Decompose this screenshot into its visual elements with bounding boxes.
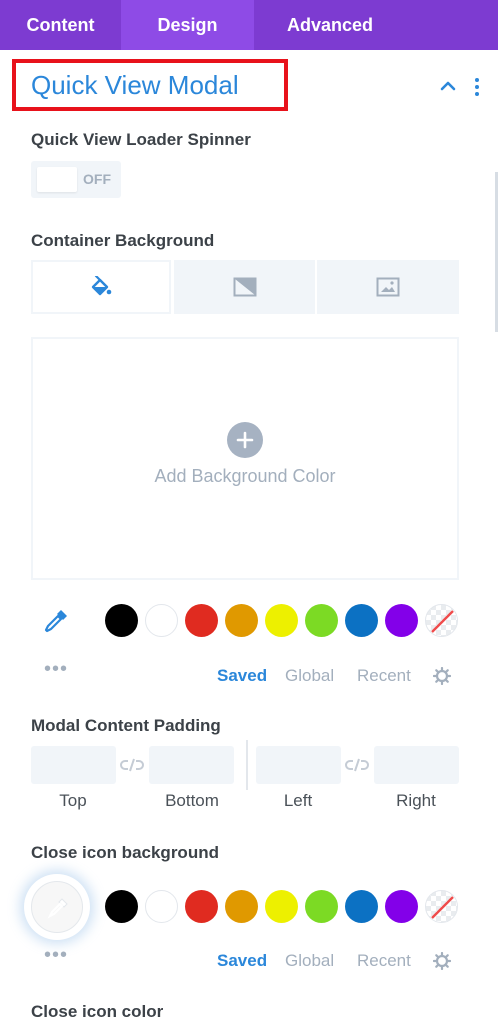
gradient-icon [233,277,256,297]
container-bg-label: Container Background [31,231,215,250]
padding-right-input[interactable] [374,746,459,784]
palette-tab-global[interactable]: Global [285,666,334,686]
spinner-label: Quick View Loader Spinner [31,130,251,149]
divider [246,740,248,790]
color-swatch[interactable] [385,890,418,923]
color-swatch[interactable] [145,890,178,923]
spinner-toggle[interactable]: OFF [31,161,121,198]
color-swatch[interactable] [185,604,218,637]
section-title[interactable]: Quick View Modal [31,70,239,101]
tab-content[interactable]: Content [0,0,121,50]
padding-bottom-input[interactable] [149,746,234,784]
palette-tab-saved[interactable]: Saved [217,666,267,686]
color-swatch[interactable] [225,604,258,637]
color-swatch[interactable] [105,890,138,923]
color-swatch[interactable] [145,604,178,637]
close-bg-label: Close icon background [31,843,219,862]
color-fill-icon [91,276,112,296]
color-swatch[interactable] [225,890,258,923]
tab-design[interactable]: Design [121,0,254,50]
background-preview[interactable] [31,337,459,580]
no-color-swatch[interactable] [425,890,458,923]
padding-label: Modal Content Padding [31,716,221,735]
padding-left-input[interactable] [256,746,341,784]
toggle-knob [37,167,77,192]
current-color-button[interactable] [24,874,90,940]
color-swatch[interactable] [345,890,378,923]
no-color-swatch[interactable] [425,604,458,637]
link-icon[interactable] [344,756,370,774]
palette-tab-global[interactable]: Global [285,951,334,971]
add-color-button[interactable] [227,422,263,458]
current-color-preview [31,881,83,933]
color-swatch[interactable] [305,604,338,637]
palette-tab-saved[interactable]: Saved [217,951,267,971]
gear-icon[interactable] [433,952,451,970]
close-color-label: Close icon color [31,1002,164,1021]
plus-icon [236,431,254,449]
bg-type-color[interactable] [31,260,171,314]
color-swatch[interactable] [385,604,418,637]
bg-type-gradient[interactable] [174,260,315,314]
bg-type-image[interactable] [317,260,459,314]
settings-tabs: Content Design Advanced [0,0,498,50]
more-colors-icon[interactable]: ••• [44,659,68,679]
eyedropper-icon [47,898,68,919]
tab-advanced[interactable]: Advanced [254,0,406,50]
slash-icon [431,896,454,919]
kebab-icon[interactable] [469,75,485,99]
palette-tab-recent[interactable]: Recent [357,951,411,971]
color-swatch[interactable] [265,604,298,637]
slash-icon [431,610,454,633]
padding-left-label: Left [283,791,313,810]
padding-bottom-label: Bottom [165,791,219,810]
toggle-state: OFF [83,171,111,187]
color-swatch[interactable] [265,890,298,923]
color-swatch[interactable] [185,890,218,923]
padding-right-label: Right [396,791,436,810]
more-colors-icon[interactable]: ••• [44,945,68,965]
chevron-up-icon[interactable] [438,76,458,96]
color-swatch[interactable] [305,890,338,923]
color-swatch[interactable] [345,604,378,637]
eyedropper-icon[interactable] [42,607,70,635]
color-swatch[interactable] [105,604,138,637]
palette-tab-recent[interactable]: Recent [357,666,411,686]
link-icon[interactable] [119,756,145,774]
add-background-label: Add Background Color [154,466,336,486]
gear-icon[interactable] [433,667,451,685]
padding-top-input[interactable] [31,746,116,784]
padding-top-label: Top [59,791,87,810]
image-icon [376,277,400,297]
